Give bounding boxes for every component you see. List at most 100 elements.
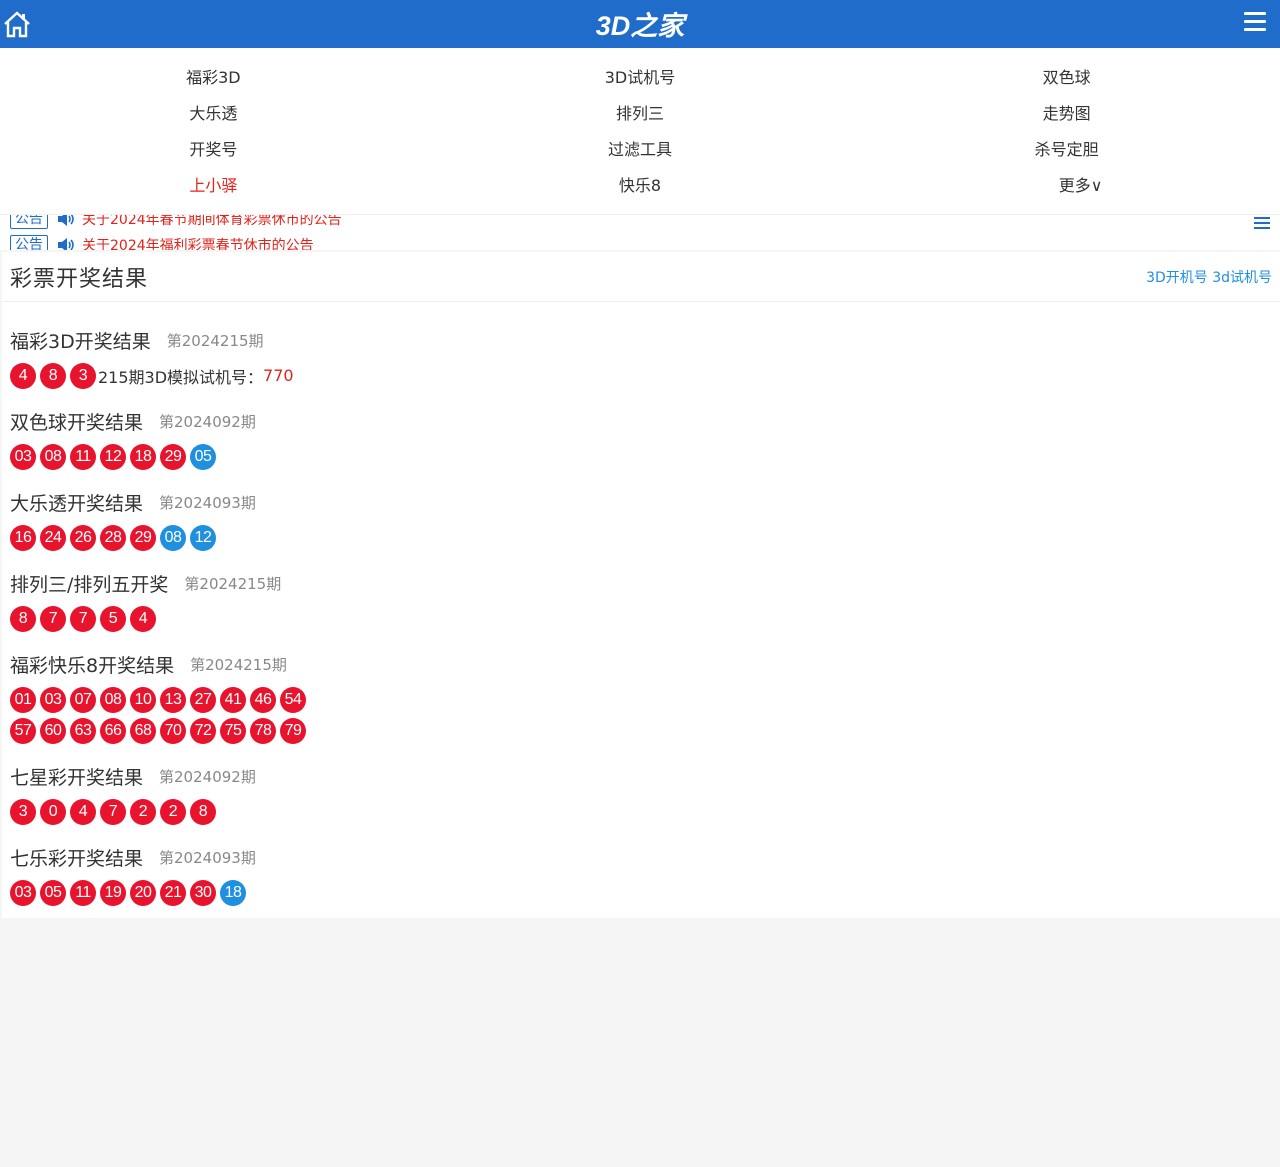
notice-link[interactable]: 关于2024年春节期间体育彩票休市的公告 [82,215,342,229]
red-ball: 4 [70,798,96,825]
red-ball: 4 [10,362,36,389]
ball-row: 3047228 [10,796,1272,827]
nav-item-kuaile8[interactable]: 快乐8 [427,166,854,202]
red-ball: 18 [130,443,156,470]
menu-icon[interactable] [1244,12,1266,34]
red-ball: 03 [10,443,36,470]
nav-item-fucai3d[interactable]: 福彩3D [0,58,427,94]
3d-test-number-link[interactable]: 3d试机号 [1212,270,1272,286]
red-ball: 11 [70,879,96,906]
lottery-name[interactable]: 福彩快乐8开奖结果 [10,651,174,678]
red-ball: 16 [10,524,36,551]
red-ball: 46 [250,686,276,713]
red-ball: 3 [10,798,36,825]
nav-item-draw-numbers[interactable]: 开奖号 [0,130,427,166]
red-ball: 12 [100,443,126,470]
nav-item-shangxiaoyi[interactable]: 上小驿 [0,166,427,202]
lottery-result: 大乐透开奖结果 第2024093期 16 24 26 28 29 08 12 [10,482,1272,553]
speaker-icon [58,215,74,226]
notice-tag[interactable]: 公告 [10,235,48,250]
3d-open-number-link[interactable]: 3D开机号 [1146,270,1208,286]
lottery-result: 福彩3D开奖结果 第2024215期 4 8 3 215期3D模拟试机号： 770 [10,320,1272,391]
red-ball: 10 [130,686,156,713]
red-ball: 72 [190,717,216,744]
nav-item-pailie3[interactable]: 排列三 [427,94,854,130]
lottery-header: 七星彩开奖结果 第2024092期 [10,756,1272,796]
svg-text:3D之家: 3D之家 [596,11,689,41]
blue-ball: 08 [160,524,186,551]
red-ball: 19 [100,879,126,906]
ball-row: 87754 [10,603,1272,634]
lottery-result: 福彩快乐8开奖结果 第2024215期 01 03 07 08 10 13 27 41 46 54 57… [10,644,1272,746]
red-ball: 07 [70,686,96,713]
red-ball: 79 [280,717,306,744]
notice-line: 公告 关于2024年福利彩票春节休市的公告 [10,235,314,250]
lottery-name[interactable]: 大乐透开奖结果 [10,489,143,516]
notice-tag[interactable]: 公告 [10,215,48,229]
lottery-issue: 第2024215期 [166,331,264,350]
nav-item-trend-chart[interactable]: 走势图 [853,94,1280,130]
speaker-icon [58,238,74,250]
site-logo[interactable]: 3D之家 [584,8,696,42]
red-ball: 8 [40,362,66,389]
red-ball: 75 [220,717,246,744]
home-icon[interactable] [2,10,32,38]
red-ball: 4 [130,605,156,632]
sim-number-value: 770 [263,366,294,385]
red-ball: 27 [190,686,216,713]
red-ball: 03 [40,686,66,713]
red-ball: 29 [160,443,186,470]
results-section: 彩票开奖结果 3D开机号 3d试机号 福彩3D开奖结果 第2024215期 4 8 3 2… [2,252,1280,918]
nav-item-filter-tools[interactable]: 过滤工具 [427,130,854,166]
lottery-issue: 第2024215期 [190,655,287,674]
red-ball: 08 [40,443,66,470]
red-ball: 68 [130,717,156,744]
list-icon[interactable] [1254,217,1270,231]
nav-item-shuangseqiu[interactable]: 双色球 [853,58,1280,94]
blue-ball: 12 [190,524,216,551]
red-ball: 08 [100,686,126,713]
red-ball: 01 [10,686,36,713]
red-ball: 7 [40,605,66,632]
lottery-issue: 第2024092期 [159,412,256,431]
blue-ball: 05 [190,443,216,470]
main-nav: 福彩3D 3D试机号 双色球 大乐透 排列三 走势图 开奖号 过滤工具 杀号定胆… [0,48,1280,214]
nav-item-daletou[interactable]: 大乐透 [0,94,427,130]
lottery-name[interactable]: 七乐彩开奖结果 [10,844,143,871]
red-ball: 20 [130,879,156,906]
lottery-issue: 第2024093期 [159,848,256,867]
red-ball: 30 [190,879,216,906]
notice-bar: 公告 关于2024年春节期间体育彩票休市的公告 公告 关于2024年福利彩票春节… [0,214,1280,250]
lottery-issue: 第2024215期 [184,574,282,593]
sim-number-label: 215期3D模拟试机号： [98,367,264,387]
lottery-name[interactable]: 双色球开奖结果 [10,408,143,435]
ball-row: 57 60 63 66 68 70 72 75 78 79 [10,715,1272,746]
red-ball: 03 [10,879,36,906]
ball-row: 16 24 26 28 29 08 12 [10,522,1272,553]
lottery-header: 七乐彩开奖结果 第2024093期 [10,837,1272,877]
lottery-header: 双色球开奖结果 第2024092期 [10,401,1272,441]
red-ball: 5 [100,605,126,632]
section-title: 彩票开奖结果 [10,266,149,292]
lottery-name[interactable]: 七星彩开奖结果 [10,763,143,790]
red-ball: 24 [40,524,66,551]
red-ball: 63 [70,717,96,744]
red-ball: 3 [70,362,96,389]
ball-row: 4 8 3 215期3D模拟试机号： 770 [10,360,1272,391]
red-ball: 29 [130,524,156,551]
notice-link[interactable]: 关于2024年福利彩票春节休市的公告 [82,235,314,250]
red-ball: 0 [40,798,66,825]
nav-row: 福彩3D 3D试机号 双色球 [0,58,1280,94]
lottery-name[interactable]: 排列三/排列五开奖 [10,570,168,597]
red-ball: 57 [10,717,36,744]
lottery-name[interactable]: 福彩3D开奖结果 [10,327,151,354]
nav-item-3d-test-number[interactable]: 3D试机号 [427,58,854,94]
red-ball: 2 [160,798,186,825]
nav-item-more[interactable]: 更多∨ [853,166,1280,202]
red-ball: 60 [40,717,66,744]
nav-item-kill-numbers[interactable]: 杀号定胆 [853,130,1280,166]
red-ball: 21 [160,879,186,906]
lottery-header: 福彩快乐8开奖结果 第2024215期 [10,644,1272,684]
nav-row: 大乐透 排列三 走势图 [0,94,1280,130]
red-ball: 78 [250,717,276,744]
